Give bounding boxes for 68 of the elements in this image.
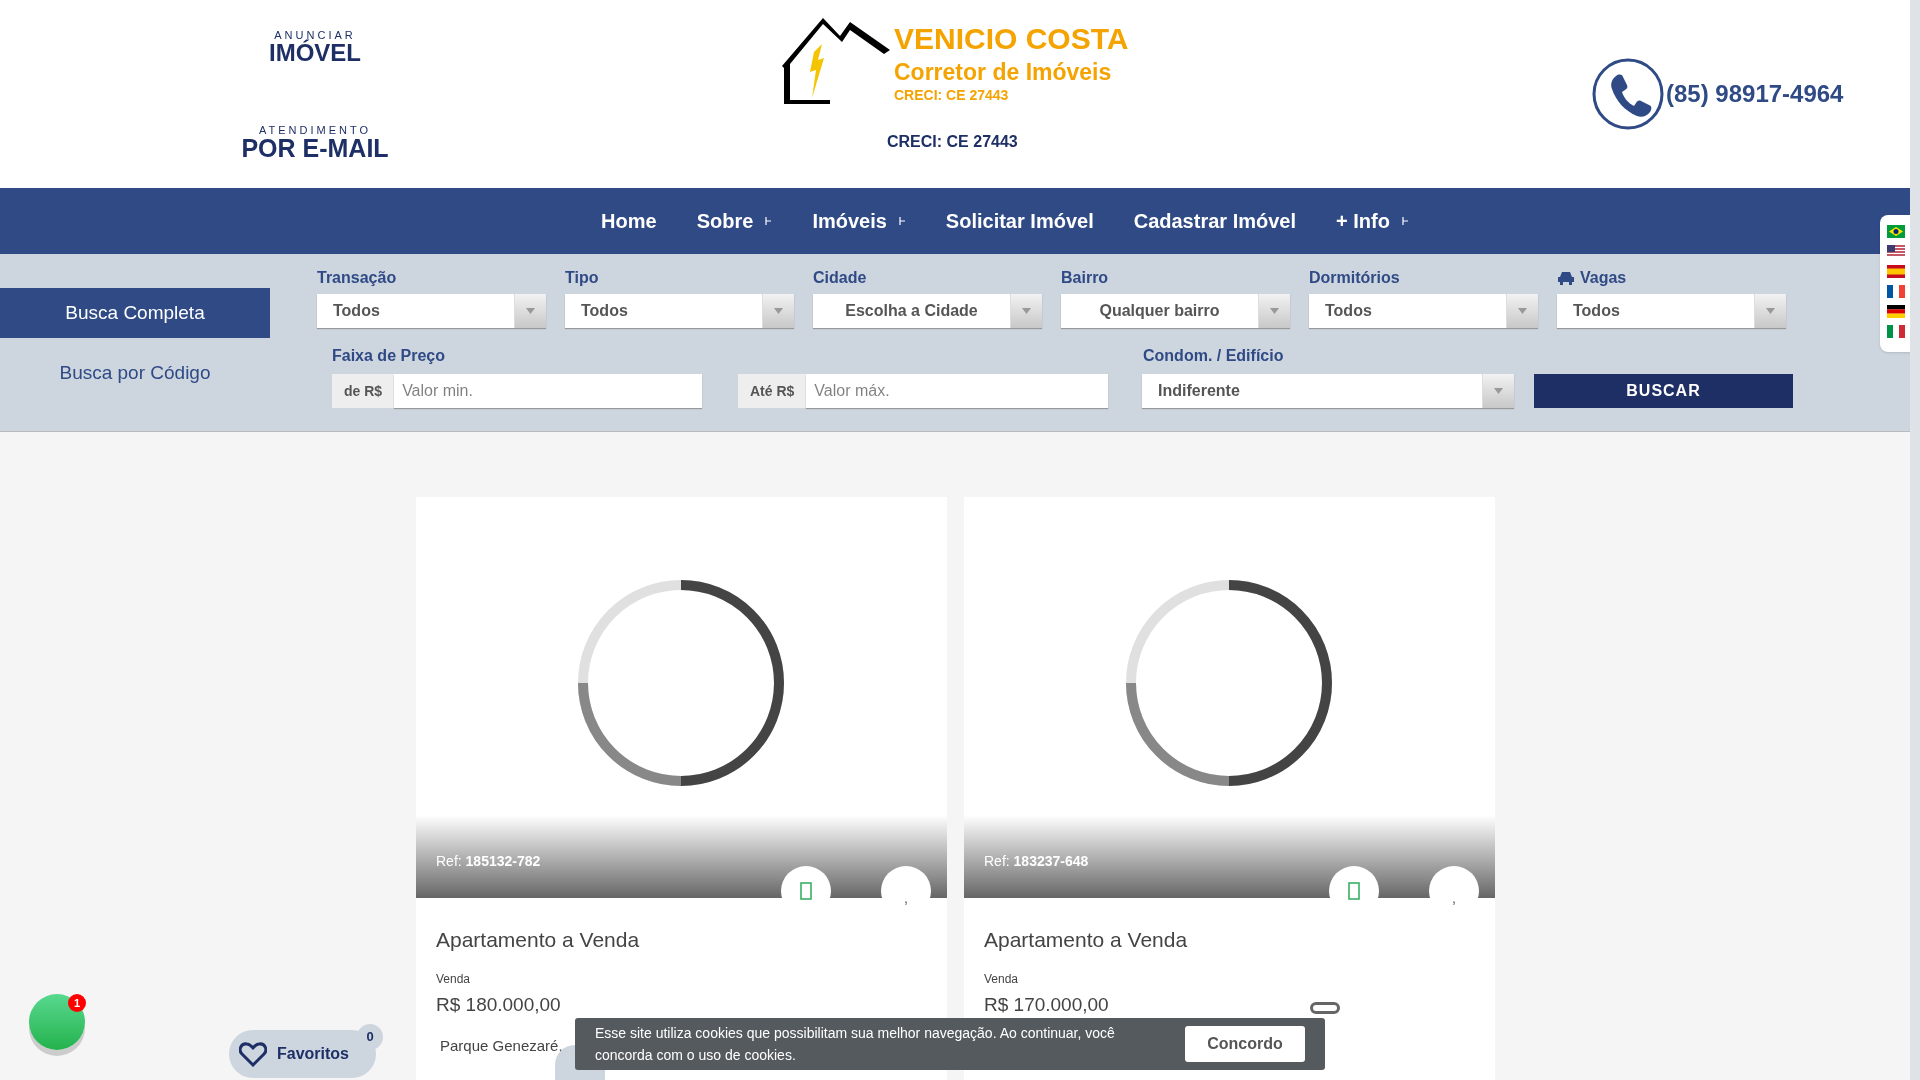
- caret-icon: [898, 216, 906, 226]
- select-field[interactable]: Escolha a Cidade: [813, 294, 1042, 328]
- nav-link[interactable]: Solicitar Imóvel: [945, 206, 1094, 236]
- logo-tagline: Corretor de Imóveis: [894, 58, 1113, 87]
- dropdown-arrow-icon: [526, 308, 535, 314]
- email-link[interactable]: ATENDIMENTO POR E-MAIL: [241, 125, 389, 161]
- filter-label: Tipo: [565, 268, 599, 288]
- nav-link[interactable]: Sobre: [696, 206, 773, 236]
- loading-ring-icon: [1310, 1002, 1340, 1014]
- dropdown-arrow-icon: [1494, 388, 1503, 394]
- flag-icon[interactable]: [1887, 285, 1905, 298]
- listing-price: R$ 170.000,00: [984, 992, 1109, 1017]
- currency-prefix: de R$: [332, 374, 395, 408]
- reference-code: Ref: 183237-648: [984, 852, 1089, 871]
- flag-icon[interactable]: [1887, 245, 1905, 258]
- dropdown-arrow-icon: [1270, 308, 1279, 314]
- dropdown-arrow-icon: [1022, 308, 1031, 314]
- nav-link[interactable]: Imóveis: [812, 206, 906, 236]
- phone-number: (85) 98917-4964: [1666, 79, 1844, 109]
- select-field[interactable]: Qualquer bairro: [1061, 294, 1290, 328]
- filter-label: Transação: [317, 268, 397, 288]
- select-field[interactable]: Todos: [565, 294, 794, 328]
- dropdown-arrow-icon: [774, 308, 783, 314]
- dropdown-arrow-icon: [1518, 308, 1527, 314]
- select-field[interactable]: Todos: [317, 294, 546, 328]
- currency-prefix: Até R$: [738, 374, 807, 408]
- select-field[interactable]: Indiferente: [1142, 374, 1514, 408]
- max-price-field[interactable]: Valor máx.: [806, 374, 1108, 408]
- scrollbar[interactable]: [1910, 0, 1920, 1080]
- select-field[interactable]: Todos: [1309, 294, 1538, 328]
- logo-creci: CRECI: CE 27443: [894, 86, 1010, 105]
- search-tab[interactable]: Busca por Código: [0, 348, 270, 398]
- chat-icon: [800, 882, 812, 900]
- min-price-field[interactable]: Valor min.: [394, 374, 702, 408]
- filter-label: Bairro: [1061, 268, 1109, 288]
- filter-label: Cidade: [813, 268, 867, 288]
- phone-icon: [1592, 58, 1664, 130]
- agree-button[interactable]: Concordo: [1185, 1026, 1305, 1062]
- listing-title: Apartamento a Venda: [436, 927, 640, 953]
- condo-label: Condom. / Edifício: [1142, 346, 1285, 366]
- reference-code: Ref: 185132-782: [436, 852, 541, 871]
- chat-icon: [1348, 882, 1360, 900]
- price-range-label: Faixa de Preço: [332, 346, 446, 366]
- filter-label: Vagas: [1580, 268, 1627, 288]
- favorites-count: 0: [357, 1024, 383, 1050]
- nav-link[interactable]: Cadastrar Imóvel: [1133, 206, 1296, 236]
- dropdown-arrow-icon: [1766, 308, 1775, 314]
- flag-icon[interactable]: [1887, 225, 1905, 238]
- deal-type: Venda: [984, 970, 1019, 988]
- logo-name: VENICIO COSTA: [894, 24, 1129, 54]
- caret-icon: [765, 216, 773, 226]
- caret-icon: [1401, 216, 1409, 226]
- listing-price: R$ 180.000,00: [436, 992, 561, 1017]
- search-button[interactable]: BUSCAR: [1534, 374, 1793, 408]
- nav-link[interactable]: Home: [601, 206, 657, 236]
- notification-badge: 1: [68, 994, 86, 1012]
- cookie-message: Esse site utiliza cookies que possibilitam sua melhor navegação. Ao continuar, você concorda com o uso de cookies.: [595, 1024, 1116, 1065]
- deal-type: Venda: [436, 970, 471, 988]
- flag-icon[interactable]: [1887, 305, 1905, 318]
- creci-number: CRECI: CE 27443: [887, 132, 1018, 152]
- filter-label: Dormitórios: [1309, 268, 1400, 288]
- listing-address: Parque Genezaré,: [440, 1036, 563, 1056]
- nav-link[interactable]: + Info: [1336, 206, 1409, 236]
- heart-icon: [239, 1041, 267, 1067]
- advertise-link[interactable]: ANUNCIAR IMÓVEL: [269, 30, 361, 65]
- listing-title: Apartamento a Venda: [984, 927, 1188, 953]
- select-field[interactable]: Todos: [1557, 294, 1786, 328]
- search-tab[interactable]: Busca Completa: [0, 288, 270, 338]
